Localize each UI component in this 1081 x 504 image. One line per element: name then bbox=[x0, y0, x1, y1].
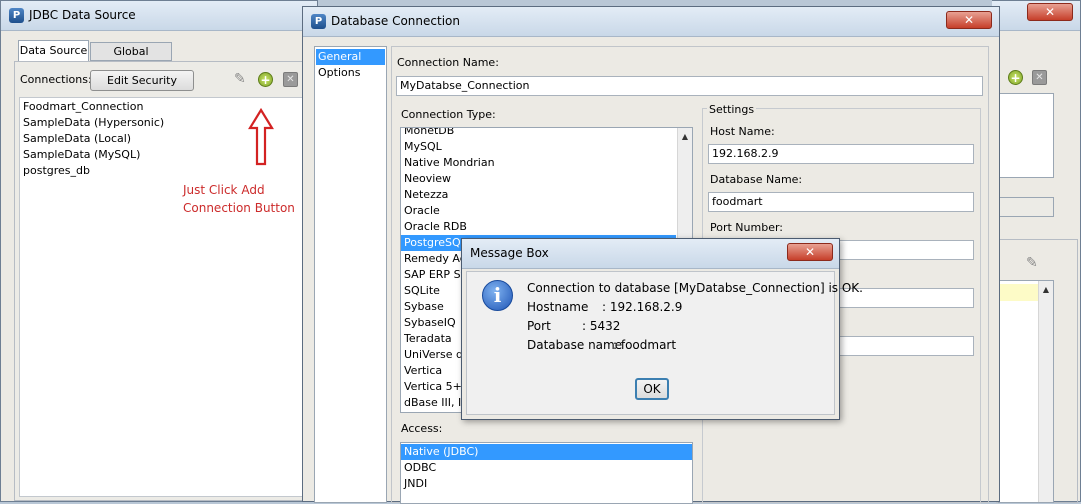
list-item[interactable]: Netezza bbox=[404, 187, 448, 203]
connection-name-label: Connection Name: bbox=[397, 56, 499, 69]
database-name-label: Database name bbox=[527, 338, 623, 352]
jdbc-titlebar[interactable]: P JDBC Data Source bbox=[1, 1, 317, 31]
edit-security-button[interactable]: Edit Security bbox=[90, 70, 194, 91]
background-table[interactable]: ▲ bbox=[998, 280, 1054, 503]
scroll-up-arrow[interactable]: ▲ bbox=[678, 130, 692, 144]
list-item[interactable]: Oracle bbox=[404, 203, 440, 219]
access-option-selected[interactable]: Native (JDBC) bbox=[401, 444, 692, 460]
dialog-title: Database Connection bbox=[331, 14, 460, 28]
add-icon[interactable]: + bbox=[1008, 70, 1023, 85]
list-item[interactable]: SampleData (Hypersonic) bbox=[23, 115, 164, 131]
list-item[interactable]: Vertica 5+ bbox=[404, 379, 462, 395]
list-item[interactable]: Neoview bbox=[404, 171, 451, 187]
database-name-input[interactable]: foodmart bbox=[708, 192, 974, 212]
nav-item-options[interactable]: Options bbox=[318, 65, 360, 81]
list-item[interactable]: SybaseIQ bbox=[404, 315, 456, 331]
message-box-titlebar[interactable]: Message Box ✕ bbox=[462, 239, 839, 269]
edit-icon[interactable]: ✎ bbox=[1026, 255, 1038, 271]
connections-label: Connections: bbox=[20, 73, 92, 86]
scroll-up-arrow[interactable]: ▲ bbox=[1039, 283, 1053, 297]
background-table-scrollbar[interactable]: ▲ bbox=[1038, 281, 1053, 502]
message-box-dialog: Message Box ✕ i Connection to database [… bbox=[461, 238, 863, 420]
dialog-app-icon: P bbox=[311, 14, 326, 29]
background-field[interactable] bbox=[998, 197, 1054, 217]
jdbc-data-source-window: P JDBC Data Source Data Source Global Sc… bbox=[0, 0, 318, 502]
hostname-value: : 192.168.2.9 bbox=[602, 300, 683, 314]
highlighted-row[interactable] bbox=[999, 284, 1039, 301]
list-item[interactable]: JNDI bbox=[404, 476, 427, 492]
message-box-title: Message Box bbox=[470, 246, 549, 260]
dialog-titlebar[interactable]: P Database Connection ✕ bbox=[303, 7, 999, 37]
list-item[interactable]: SQLite bbox=[404, 283, 440, 299]
list-item[interactable]: SampleData (MySQL) bbox=[23, 147, 140, 163]
nav-item-general[interactable]: General bbox=[316, 49, 385, 65]
background-titlebar[interactable]: ✕ bbox=[992, 1, 1080, 31]
jdbc-window-title: JDBC Data Source bbox=[29, 8, 136, 22]
annotation-arrow-icon bbox=[248, 108, 274, 166]
database-name-label: Database Name: bbox=[710, 173, 803, 186]
access-label: Access: bbox=[401, 422, 443, 435]
ok-button[interactable]: OK bbox=[635, 378, 669, 400]
database-name-value: : foodmart bbox=[613, 338, 677, 352]
list-item[interactable]: dBase III, IV bbox=[404, 395, 469, 411]
host-name-label: Host Name: bbox=[710, 125, 775, 138]
list-item[interactable]: Native Mondrian bbox=[404, 155, 495, 171]
list-item[interactable]: Teradata bbox=[404, 331, 452, 347]
delete-icon[interactable]: ✕ bbox=[1032, 70, 1047, 85]
background-list[interactable] bbox=[998, 93, 1054, 178]
list-item[interactable]: Sybase bbox=[404, 299, 444, 315]
port-label: Port bbox=[527, 319, 551, 333]
list-item[interactable]: MySQL bbox=[404, 139, 442, 155]
list-item[interactable]: Oracle RDB bbox=[404, 219, 467, 235]
message-box-close-button[interactable]: ✕ bbox=[787, 243, 833, 261]
host-name-input[interactable]: 192.168.2.9 bbox=[708, 144, 974, 164]
port-number-label: Port Number: bbox=[710, 221, 784, 234]
list-item[interactable]: Vertica bbox=[404, 363, 442, 379]
port-value: : 5432 bbox=[582, 319, 621, 333]
annotation-text-line1: Just Click Add bbox=[183, 183, 265, 197]
background-close-button[interactable]: ✕ bbox=[1027, 3, 1073, 21]
list-item[interactable]: Foodmart_Connection bbox=[23, 99, 143, 115]
connections-list[interactable]: Foodmart_Connection SampleData (Hyperson… bbox=[19, 97, 311, 497]
data-source-panel: Connections: Edit Security ✎ + ✕ Foodmar… bbox=[14, 61, 314, 501]
dialog-close-button[interactable]: ✕ bbox=[946, 11, 992, 29]
message-box-body: i Connection to database [MyDatabse_Conn… bbox=[466, 271, 863, 415]
dialog-nav-list[interactable]: General Options bbox=[314, 46, 387, 503]
tab-data-source[interactable]: Data Source bbox=[18, 40, 89, 62]
connection-type-label: Connection Type: bbox=[401, 108, 496, 121]
tab-global-scripting[interactable]: Global Scripting bbox=[90, 42, 172, 75]
settings-label: Settings bbox=[707, 103, 757, 116]
list-item[interactable]: MonetDB bbox=[404, 128, 454, 139]
message-line-connection-ok: Connection to database [MyDatabse_Connec… bbox=[527, 281, 863, 295]
access-list[interactable]: Native (JDBC) ODBC JNDI bbox=[400, 442, 693, 504]
annotation-text-line2: Connection Button bbox=[183, 201, 295, 215]
hostname-label: Hostname bbox=[527, 300, 589, 314]
delete-connection-icon[interactable]: ✕ bbox=[283, 72, 298, 87]
connection-name-input[interactable]: MyDatabse_Connection bbox=[396, 76, 983, 96]
list-item[interactable]: postgres_db bbox=[23, 163, 90, 179]
list-item[interactable]: ODBC bbox=[404, 460, 436, 476]
add-connection-icon[interactable]: + bbox=[258, 72, 273, 87]
info-icon: i bbox=[482, 280, 513, 311]
app-logo-icon: P bbox=[9, 8, 24, 23]
background-window: ✕ + ✕ ✎ ▲ bbox=[992, 0, 1081, 503]
list-item[interactable]: SampleData (Local) bbox=[23, 131, 131, 147]
edit-connection-icon[interactable]: ✎ bbox=[234, 71, 246, 87]
